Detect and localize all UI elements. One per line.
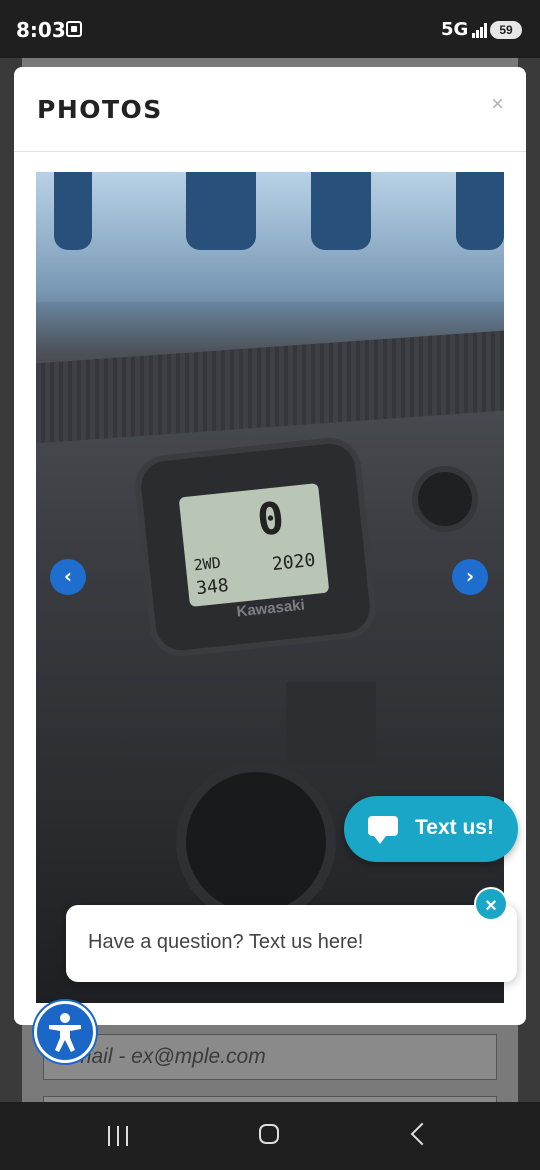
status-time: 8:03 (16, 18, 66, 42)
modal-header: PHOTOS × (14, 67, 526, 152)
cup-holder (186, 772, 326, 912)
back-icon[interactable] (410, 1122, 434, 1146)
status-bar: 8:03 5G 59 (0, 0, 540, 58)
text-us-label: Text us! (415, 816, 494, 839)
lcd-odometer: 348 (195, 574, 230, 600)
windshield (36, 172, 504, 302)
dashboard-upper (36, 330, 504, 444)
question-text: Have a question? Text us here! (88, 931, 364, 953)
lcd-drive: 2WD (192, 553, 222, 575)
lcd-display: 0 2WD 348 2020 (178, 482, 330, 608)
battery-icon: 59 (490, 21, 522, 39)
chevron-right-icon[interactable]: › (452, 559, 488, 595)
close-icon[interactable]: × (491, 91, 504, 117)
chevron-left-icon[interactable]: ‹ (50, 559, 86, 595)
accessibility-button[interactable] (34, 1001, 96, 1063)
bubble-close-icon[interactable]: × (474, 887, 508, 921)
screenshot-icon (66, 21, 82, 37)
power-socket (418, 472, 472, 526)
modal-title: PHOTOS (37, 95, 163, 124)
accessibility-icon (49, 1013, 81, 1052)
lcd-speed: 0 (254, 492, 287, 547)
email-field[interactable]: Email - ex@mple.com (43, 1034, 497, 1080)
signal-icon (472, 22, 488, 38)
recents-icon[interactable] (108, 1126, 130, 1146)
nav-bar (0, 1102, 540, 1170)
home-icon[interactable] (259, 1124, 279, 1144)
lower-panel (286, 682, 376, 762)
network-indicator: 5G (441, 19, 469, 40)
text-us-button[interactable]: Text us! (344, 796, 518, 862)
lcd-year: 2020 (271, 549, 317, 576)
chat-icon (368, 816, 398, 844)
gallery-photo: 0 2WD 348 2020 Kawasaki (36, 172, 504, 1003)
question-bubble[interactable]: Have a question? Text us here! (66, 905, 517, 982)
